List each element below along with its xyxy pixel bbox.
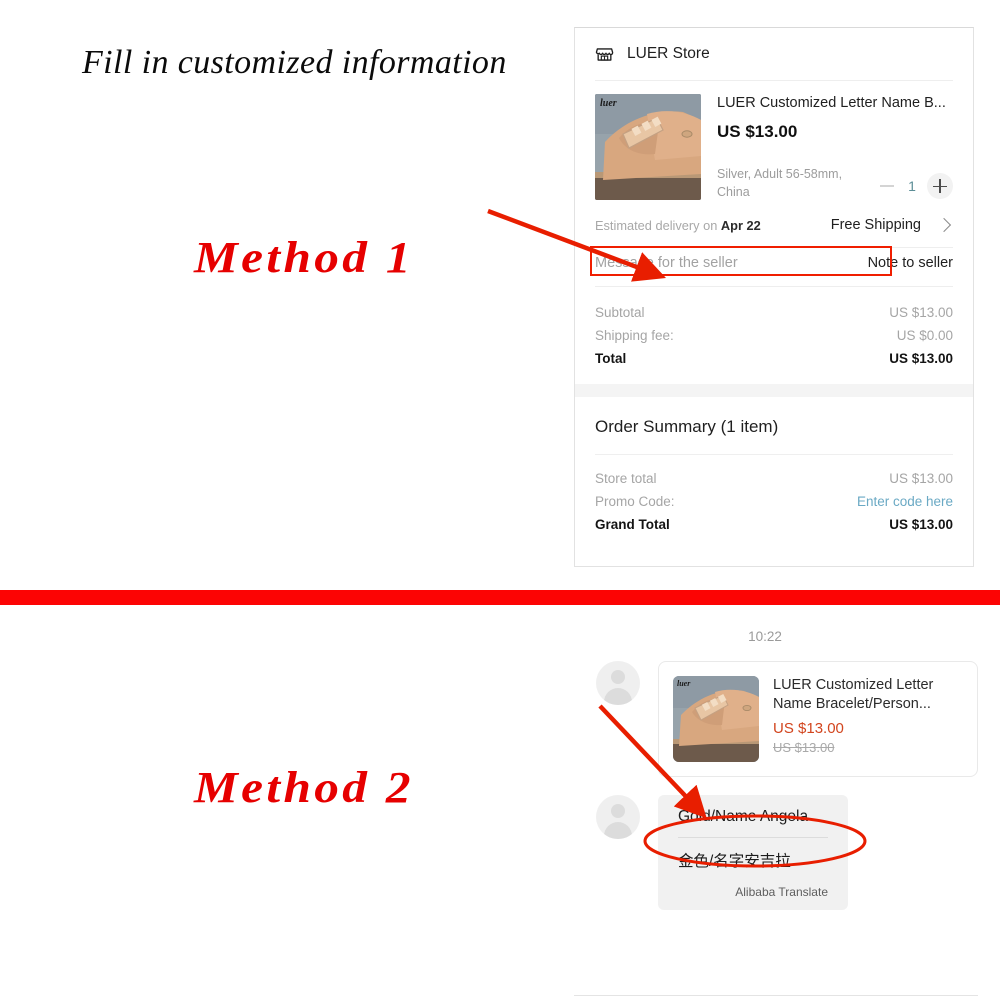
chat-product-title: LUER Customized Letter Name Bracelet/Per…	[773, 677, 934, 713]
summary-label: Grand Total	[595, 517, 670, 533]
table-row: Subtotal US $13.00	[595, 301, 953, 324]
table-row: Shipping fee: US $0.00	[595, 324, 953, 347]
total-label: Subtotal	[595, 305, 645, 321]
delivery-prefix: Estimated delivery on	[595, 217, 721, 233]
note-to-seller-row[interactable]: Message for the seller Note to seller	[595, 248, 953, 278]
promo-code-link[interactable]: Enter code here	[857, 494, 953, 509]
chat-product-card[interactable]: luer LUER Customized Letter Name Bracele…	[658, 661, 978, 777]
product-thumbnail[interactable]: luer	[595, 94, 701, 200]
chat-panel: 10:22 luer LUER Customized Letter Name B…	[574, 615, 978, 1000]
translation-source: Alibaba Translate	[735, 885, 828, 899]
order-summary-lines: Store total US $13.00 Promo Code: Enter …	[575, 455, 973, 536]
page-title: Fill in customized information	[82, 44, 507, 81]
total-value: US $0.00	[896, 328, 953, 344]
chat-message-body: Gold/Name Angela	[678, 808, 809, 825]
product-variant[interactable]: Silver, Adult 56-58mm, China	[717, 166, 877, 202]
method-1-label: Method 1	[194, 233, 414, 282]
store-header[interactable]: LUER Store	[575, 28, 973, 80]
total-label: Total	[595, 351, 627, 367]
svg-text:luer: luer	[677, 679, 691, 688]
user-avatar-icon	[596, 795, 640, 839]
delivery-row[interactable]: Estimated delivery on Apr 22 Free Shippi…	[575, 201, 973, 247]
table-row: Total US $13.00	[595, 347, 953, 370]
bracelet-photo: luer	[673, 676, 759, 762]
method-2-label: Method 2	[194, 763, 414, 812]
total-value: US $13.00	[889, 351, 953, 367]
delivery-date: Apr 22	[720, 217, 761, 233]
chat-product-original-price: US $13.00	[773, 740, 835, 756]
total-value: US $13.00	[889, 305, 953, 321]
order-item: luer LUER Customized Letter Name B... US…	[575, 81, 973, 201]
note-to-seller-wrap: Message for the seller Note to seller	[590, 246, 953, 278]
chat-message-product: luer LUER Customized Letter Name Bracele…	[574, 661, 978, 777]
summary-value: US $13.00	[889, 517, 953, 533]
chat-timestamp: 10:22	[748, 629, 782, 644]
product-thumbnail[interactable]: luer	[673, 676, 759, 762]
user-avatar-icon	[596, 661, 640, 705]
table-row: Grand Total US $13.00	[595, 513, 953, 536]
shipping-method: Free Shipping	[830, 217, 921, 234]
quantity-value: 1	[908, 178, 916, 195]
chat-message-translation: 金色/名字安吉拉	[678, 853, 791, 870]
message-input[interactable]: Message for the seller	[595, 255, 868, 271]
chevron-right-icon[interactable]	[936, 218, 952, 233]
checkout-card: LUER Store luer LUER Customized Letter N…	[574, 27, 974, 567]
panel-bottom-rule	[574, 995, 978, 996]
svg-text:luer: luer	[600, 98, 617, 109]
section-spacer	[575, 384, 973, 398]
summary-value: US $13.00	[889, 471, 953, 487]
bracelet-photo: luer	[595, 94, 701, 200]
section-divider	[0, 590, 1000, 605]
order-summary-title: Order Summary (1 item)	[595, 417, 779, 437]
product-title[interactable]: LUER Customized Letter Name B...	[717, 94, 953, 113]
delivery-estimate: Estimated delivery on Apr 22	[595, 218, 831, 233]
note-to-seller-button[interactable]: Note to seller	[868, 255, 953, 271]
storefront-icon	[595, 47, 614, 61]
minus-icon[interactable]	[877, 176, 897, 196]
quantity-stepper[interactable]: 1	[877, 173, 953, 201]
total-label: Shipping fee:	[595, 328, 674, 344]
summary-label: Promo Code:	[595, 494, 675, 510]
summary-label: Store total	[595, 471, 657, 487]
order-totals: Subtotal US $13.00 Shipping fee: US $0.0…	[575, 287, 973, 384]
store-name: LUER Store	[627, 45, 710, 62]
product-price: US $13.00	[717, 121, 798, 141]
table-row: Promo Code: Enter code here	[595, 490, 953, 513]
divider	[678, 837, 828, 838]
plus-icon[interactable]	[927, 173, 953, 200]
chat-product-price: US $13.00	[773, 720, 844, 738]
chat-message-text: Gold/Name Angela 金色/名字安吉拉 Alibaba Transl…	[574, 795, 978, 910]
chat-bubble[interactable]: Gold/Name Angela 金色/名字安吉拉 Alibaba Transl…	[658, 795, 848, 910]
table-row: Store total US $13.00	[595, 467, 953, 490]
